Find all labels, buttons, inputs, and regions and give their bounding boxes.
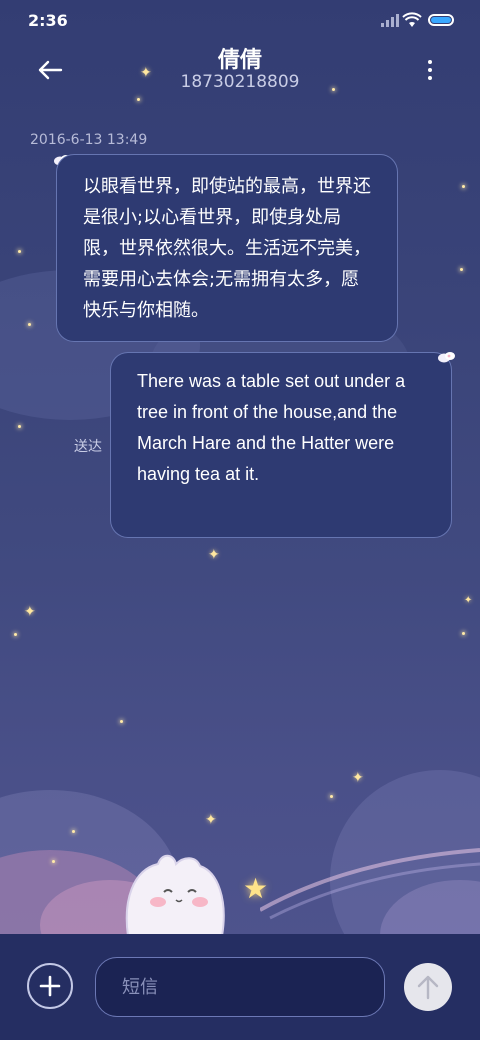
compose-bar bbox=[0, 934, 480, 1040]
cat-illustration bbox=[125, 854, 225, 936]
more-vertical-icon bbox=[428, 68, 432, 72]
incoming-message-bubble[interactable]: 以眼看世界，即使站的最高，世界还是很小;以心看世界，即使身处局限，世界依然很大。… bbox=[56, 154, 398, 342]
battery-icon bbox=[428, 14, 454, 26]
message-timestamp: 2016-6-13 13:49 bbox=[30, 132, 148, 148]
star-dot bbox=[460, 268, 463, 271]
sparkle-icon: ✦ bbox=[352, 770, 364, 786]
contact-name: 倩倩 bbox=[217, 48, 262, 73]
sparkle-icon: ✦ bbox=[464, 595, 473, 606]
status-time: 2:36 bbox=[28, 11, 68, 30]
send-button[interactable] bbox=[404, 963, 452, 1011]
sparkle-icon: ✦ bbox=[24, 604, 36, 620]
star-dot bbox=[18, 250, 21, 253]
star-dot bbox=[52, 860, 55, 863]
conversation-header: 倩倩 18730218809 bbox=[0, 40, 480, 100]
plus-icon bbox=[39, 975, 61, 997]
status-bar: 2:36 bbox=[0, 0, 480, 40]
star-dot bbox=[462, 632, 465, 635]
star-dot bbox=[72, 830, 75, 833]
star-dot bbox=[18, 425, 21, 428]
wifi-icon bbox=[402, 12, 422, 27]
more-vertical-icon bbox=[428, 76, 432, 80]
bubble-decoration-icon bbox=[438, 352, 455, 363]
shooting-star-trail bbox=[260, 848, 480, 920]
delivery-status: 送达 bbox=[74, 439, 102, 455]
star-dot bbox=[28, 323, 31, 326]
signal-icon bbox=[381, 14, 399, 27]
battery-level bbox=[431, 17, 451, 23]
star-dot bbox=[462, 185, 465, 188]
sparkle-icon: ✦ bbox=[208, 547, 220, 563]
send-arrow-icon bbox=[417, 975, 439, 1000]
outgoing-message-bubble[interactable]: There was a table set out under a tree i… bbox=[110, 352, 452, 538]
message-text: 以眼看世界，即使站的最高，世界还是很小;以心看世界，即使身处局限，世界依然很大。… bbox=[83, 176, 371, 321]
add-attachment-button[interactable] bbox=[27, 963, 73, 1009]
message-input[interactable] bbox=[95, 957, 385, 1017]
more-vertical-icon bbox=[428, 60, 432, 64]
message-text: There was a table set out under a tree i… bbox=[137, 371, 406, 484]
contact-phone-number: 18730218809 bbox=[180, 72, 300, 92]
star-dot bbox=[330, 795, 333, 798]
more-options-button[interactable] bbox=[418, 54, 442, 86]
star-dot bbox=[14, 633, 17, 636]
star-dot bbox=[120, 720, 123, 723]
wand-star-icon: ★ bbox=[243, 872, 269, 905]
sparkle-icon: ✦ bbox=[205, 812, 217, 828]
